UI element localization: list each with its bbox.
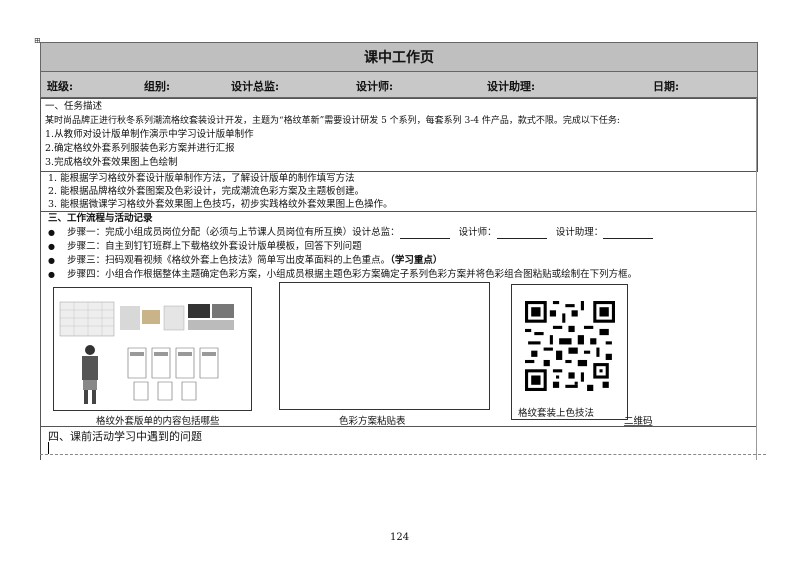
step-4-text: 小组合作根据整体主题确定色彩方案，小组成员根据主题色彩方案确定子系列色彩方案并将… (105, 269, 638, 280)
task-item-3: 3.完成格纹外套效果图上色绘制 (45, 157, 178, 168)
step-2-text: 自主到钉钉班群上下载格纹外套设计版单模板，回答下列问题 (105, 241, 362, 252)
step-3-emphasis: （学习重点） (390, 255, 443, 266)
section-divider (40, 211, 756, 212)
page-title: 课中工作页 (40, 42, 758, 72)
qr-caption: 格纹套装上色技法 (518, 408, 595, 419)
design-sheet-caption: 格纹外套版单的内容包括哪些 (96, 416, 220, 427)
step-4-label: 步骤四： (67, 269, 106, 280)
bullet-icon: ● (48, 242, 55, 251)
pre-class-heading: 四、课前活动学习中遇到的问题 (48, 430, 202, 443)
goal-item-3: 3. 能根据微课学习格纹外套效果图上色技巧，初步实践格纹外套效果图上色操作。 (48, 199, 393, 210)
goal-item-2: 2. 能根据品牌格纹外套图案及色彩设计，完成潮流色彩方案及主题板创建。 (48, 186, 365, 197)
workflow-heading: 三、工作流程与活动记录 (48, 213, 153, 224)
goal-item-1: 1. 能根据学习格纹外套设计版单制作方法，了解设计版单的制作填写方法 (48, 173, 355, 184)
group-field-label: 组别: (144, 80, 171, 93)
task-heading: 一、任务描述 (45, 101, 103, 112)
table-right-border (756, 98, 757, 460)
bullet-icon: ● (48, 270, 55, 279)
color-scheme-caption: 色彩方案粘贴表 (339, 416, 406, 427)
qr-code-box: 格纹套装上色技法 (511, 284, 628, 420)
step-1-designer: 设计师： (458, 227, 497, 238)
section-divider (40, 426, 756, 427)
class-field-label: 班级: (47, 80, 74, 93)
designer-field-label: 设计师: (356, 80, 394, 93)
step-1-label: 步骤一： (67, 227, 106, 238)
director-blank[interactable] (399, 229, 450, 239)
task-item-1: 1.从教师对设计版单制作演示中学习设计版单制作 (45, 129, 254, 140)
designer-blank[interactable] (496, 229, 547, 239)
page-break-line (40, 454, 766, 455)
step-3-label: 步骤三： (67, 255, 106, 266)
assistant-blank[interactable] (603, 229, 654, 239)
assistant-field-label: 设计助理: (487, 80, 536, 93)
qr-code-icon[interactable] (525, 301, 615, 391)
qr-caption-suffix: 二维码 (624, 416, 653, 427)
task-description-box: 一、任务描述 某时尚品牌正进行秋冬系列潮流格纹套装设计开发，主题为“格纹革新”需… (40, 98, 758, 172)
director-field-label: 设计总监: (231, 80, 280, 93)
header-info-bar: 班级: 组别: 设计总监: 设计师: 设计助理: 日期: (40, 72, 758, 98)
step-1-assistant: 设计助理： (555, 227, 604, 238)
design-sheet-image (53, 287, 252, 411)
bullet-icon: ● (48, 228, 55, 237)
table-left-border (40, 98, 41, 460)
step-1-text: 完成小组成员岗位分配（必须与上节课人员岗位有所互换）设计总监： (105, 227, 400, 238)
workflow-step-3: ● 步骤三：扫码观看视频《格纹外套上色技法》简单写出皮革面料的上色重点。（学习重… (48, 255, 442, 267)
text-cursor (48, 442, 49, 454)
bullet-icon: ● (48, 256, 55, 265)
design-sheet-illustration (59, 301, 234, 404)
task-intro: 某时尚品牌正进行秋冬系列潮流格纹套装设计开发，主题为“格纹革新”需要设计研发 5… (45, 116, 620, 126)
step-3-text: 扫码观看视频《格纹外套上色技法》简单写出皮革面料的上色重点。 (105, 255, 391, 266)
workflow-step-4: ● 步骤四：小组合作根据整体主题确定色彩方案，小组成员根据主题色彩方案确定子系列… (48, 269, 637, 281)
color-scheme-paste-box[interactable] (279, 282, 490, 410)
workflow-step-1: ● 步骤一：完成小组成员岗位分配（必须与上节课人员岗位有所互换）设计总监： 设计… (48, 227, 654, 239)
task-item-2: 2.确定格纹外套系列服装色彩方案并进行汇报 (45, 143, 235, 154)
workflow-step-2: ● 步骤二：自主到钉钉班群上下载格纹外套设计版单模板，回答下列问题 (48, 241, 362, 253)
date-field-label: 日期: (653, 80, 680, 93)
page-number: 124 (390, 532, 410, 543)
step-2-label: 步骤二： (67, 241, 106, 252)
